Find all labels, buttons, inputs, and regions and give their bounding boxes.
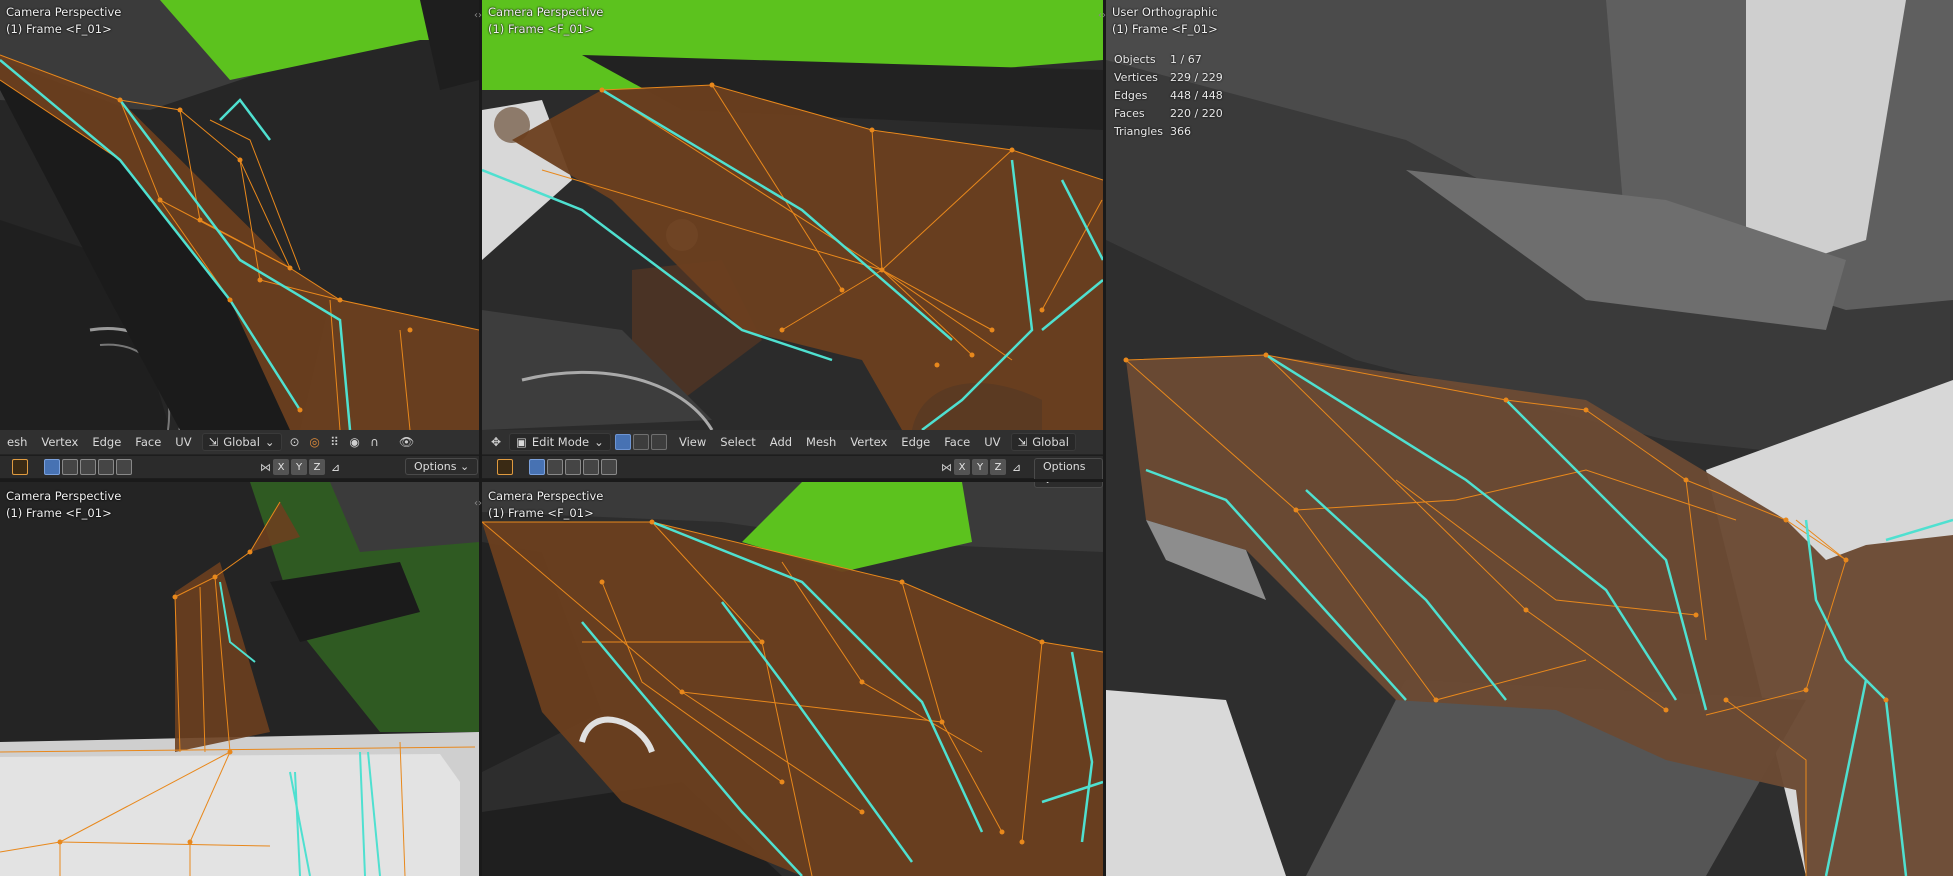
scene-bottom-mid <box>482 482 1103 876</box>
menu-face[interactable]: Face <box>937 435 977 449</box>
select-mode-invert-icon[interactable] <box>98 459 114 475</box>
area-divider-vertical[interactable] <box>1103 0 1106 876</box>
frame-label: (1) Frame <F_01> <box>6 506 112 520</box>
view-name: User Orthographic <box>1112 5 1218 19</box>
tool-settings-mid: ⋈ X Y Z ⊿ Options ⌄ <box>482 456 1103 488</box>
viewport-info: Camera Perspective (1) Frame <F_01> <box>488 4 603 38</box>
mirror-x-toggle[interactable]: X <box>954 459 970 475</box>
orientation-value: Global <box>1032 435 1069 449</box>
proportional-edit-icon[interactable]: ◉ <box>347 434 363 450</box>
menu-vertex[interactable]: Vertex <box>34 435 85 449</box>
tool-settings-left: ⋈ X Y Z ⊿ Options ⌄ <box>0 456 479 478</box>
frame-label: (1) Frame <F_01> <box>488 506 594 520</box>
edit-mode-icon: ▣ <box>516 435 527 449</box>
menu-uv[interactable]: UV <box>977 435 1007 449</box>
menu-select[interactable]: Select <box>713 435 762 449</box>
viewport-top-left[interactable]: Camera Perspective (1) Frame <F_01> <box>0 0 479 430</box>
menu-mesh[interactable]: Mesh <box>799 435 843 449</box>
menu-uv[interactable]: UV <box>168 435 198 449</box>
mirror-icon: ⋈ <box>941 460 952 474</box>
area-resize-handle-icon[interactable]: ‹› <box>474 10 482 21</box>
menu-view[interactable]: View <box>672 435 713 449</box>
view-name: Camera Perspective <box>6 489 122 503</box>
edge-select-mode[interactable] <box>633 434 649 450</box>
view-name: Camera Perspective <box>488 489 604 503</box>
face-select-mode[interactable] <box>651 434 667 450</box>
area-divider-horizontal[interactable] <box>0 479 1103 482</box>
select-mode-subtract-icon[interactable] <box>565 459 581 475</box>
stat-row: Vertices 229 / 229 <box>1114 71 1223 84</box>
area-resize-handle-icon[interactable]: ‹› <box>1098 10 1106 21</box>
orientation-value: Global <box>223 435 260 449</box>
viewport-bottom-mid[interactable]: Camera Perspective (1) Frame <F_01> <box>482 482 1103 876</box>
mode-dropdown[interactable]: ▣ Edit Mode ⌄ <box>509 433 611 451</box>
frame-label: (1) Frame <F_01> <box>1112 22 1218 36</box>
select-tool-icon[interactable] <box>12 459 28 475</box>
select-mode-subtract-icon[interactable] <box>80 459 96 475</box>
viewport-right[interactable]: User Orthographic (1) Frame <F_01> <box>1106 0 1953 876</box>
stat-row: Objects 1 / 67 <box>1114 53 1202 66</box>
chevron-down-icon: ⌄ <box>594 435 604 449</box>
viewport-info: Camera Perspective (1) Frame <F_01> <box>6 488 121 522</box>
pivot-icon[interactable]: ⊙ <box>287 434 303 450</box>
editor-type-icon[interactable]: ✥ <box>488 434 504 450</box>
viewport-info: Camera Perspective (1) Frame <F_01> <box>6 4 121 38</box>
mirror-x-toggle[interactable]: X <box>273 459 289 475</box>
frame-label: (1) Frame <F_01> <box>488 22 594 36</box>
menu-edge[interactable]: Edge <box>85 435 128 449</box>
visibility-icon[interactable]: 👁 <box>399 434 415 450</box>
viewport-top-mid[interactable]: Camera Perspective (1) Frame <F_01> <box>482 0 1103 430</box>
menu-vertex[interactable]: Vertex <box>843 435 894 449</box>
viewport-header-mid: ✥ ▣ Edit Mode ⌄ View Select Add Mesh Ver… <box>482 430 1103 455</box>
viewport-info: Camera Perspective (1) Frame <F_01> <box>488 488 603 522</box>
menu-mesh[interactable]: esh <box>0 435 34 449</box>
viewport-header-left: esh Vertex Edge Face UV ⇲ Global ⌄ ⊙ ◎ ⠿… <box>0 430 479 455</box>
orientation-dropdown[interactable]: ⇲ Global ⌄ <box>201 433 282 451</box>
select-mode-extend-icon[interactable] <box>62 459 78 475</box>
scene-top-mid <box>482 0 1103 430</box>
mirror-icon: ⋈ <box>260 460 271 474</box>
auto-merge-icon[interactable]: ⊿ <box>331 461 340 474</box>
stat-row: Faces 220 / 220 <box>1114 107 1223 120</box>
scene-statistics: Objects 1 / 67 Vertices 229 / 229 Edges 448… <box>1114 51 1223 141</box>
select-mode-new-icon[interactable] <box>529 459 545 475</box>
area-divider-vertical[interactable] <box>479 0 482 876</box>
falloff-icon[interactable]: ∩ <box>367 434 383 450</box>
snap-target-icon[interactable]: ⠿ <box>327 434 343 450</box>
orientation-icon: ⇲ <box>1017 435 1028 449</box>
viewport-info: User Orthographic (1) Frame <F_01> <box>1112 4 1218 38</box>
orientation-dropdown[interactable]: ⇲ Global <box>1010 433 1076 451</box>
select-mode-invert-icon[interactable] <box>583 459 599 475</box>
menu-edge[interactable]: Edge <box>894 435 937 449</box>
select-mode-extend-icon[interactable] <box>547 459 563 475</box>
scene-bottom-left <box>0 482 479 876</box>
options-dropdown[interactable]: Options ⌄ <box>1034 458 1103 488</box>
auto-merge-icon[interactable]: ⊿ <box>1012 461 1021 474</box>
menu-face[interactable]: Face <box>128 435 168 449</box>
mirror-y-toggle[interactable]: Y <box>972 459 988 475</box>
view-name: Camera Perspective <box>6 5 122 19</box>
mode-value: Edit Mode <box>531 435 590 449</box>
menu-add[interactable]: Add <box>763 435 799 449</box>
select-mode-intersect-icon[interactable] <box>601 459 617 475</box>
stat-row: Triangles 366 <box>1114 125 1191 138</box>
select-tool-icon[interactable] <box>497 459 513 475</box>
options-dropdown[interactable]: Options ⌄ <box>405 458 479 475</box>
mirror-y-toggle[interactable]: Y <box>291 459 307 475</box>
view-name: Camera Perspective <box>488 5 604 19</box>
vertex-select-mode[interactable] <box>615 434 631 450</box>
scene-top-left <box>0 0 479 430</box>
stat-row: Edges 448 / 448 <box>1114 89 1223 102</box>
select-mode-new-icon[interactable] <box>44 459 60 475</box>
area-resize-handle-icon[interactable]: ‹› <box>474 498 482 509</box>
chevron-down-icon: ⌄ <box>264 435 275 449</box>
mirror-z-toggle[interactable]: Z <box>309 459 325 475</box>
viewport-bottom-left[interactable]: Camera Perspective (1) Frame <F_01> <box>0 482 479 876</box>
snap-icon[interactable]: ◎ <box>307 434 323 450</box>
frame-label: (1) Frame <F_01> <box>6 22 112 36</box>
scene-right <box>1106 0 1953 876</box>
mirror-z-toggle[interactable]: Z <box>990 459 1006 475</box>
select-mode-intersect-icon[interactable] <box>116 459 132 475</box>
orientation-icon: ⇲ <box>208 435 219 449</box>
